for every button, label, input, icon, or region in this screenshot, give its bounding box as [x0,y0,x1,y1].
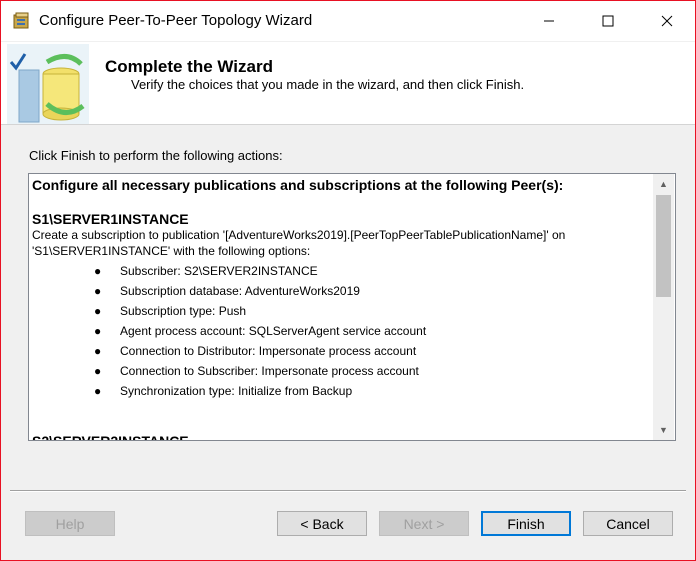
bullet-icon: ● [94,324,102,338]
bullet-icon: ● [94,264,102,278]
help-button[interactable]: Help [25,511,115,536]
list-item: ● Synchronization type: Initialize from B… [32,381,650,401]
option-text: Subscription database: AdventureWorks201… [120,284,360,298]
scroll-down-button[interactable]: ▼ [653,420,674,440]
summary-heading: Configure all necessary publications and… [32,177,564,193]
option-text: Connection to Subscriber: Impersonate pr… [120,364,419,378]
page-subtitle: Verify the choices that you made in the … [131,77,525,92]
wizard-window: Configure Peer-To-Peer Topology Wizard C… [0,0,696,561]
close-icon [661,15,673,27]
cancel-button[interactable]: Cancel [583,511,673,536]
footer-separator [10,490,686,492]
title-bar[interactable]: Configure Peer-To-Peer Topology Wizard [1,1,695,41]
minimize-icon [544,20,554,22]
list-item: ● Agent process account: SQLServerAgent s… [32,321,650,341]
close-button[interactable] [639,1,695,41]
list-item: ● Connection to Subscriber: Impersonate p… [32,361,650,381]
list-item: ● Subscriber: S2\SERVER2INSTANCE [32,261,650,281]
bullet-icon: ● [94,284,102,298]
list-item: ● Subscription type: Push [32,301,650,321]
options-list: ● Subscriber: S2\SERVER2INSTANCE ● Subscri… [32,261,650,401]
scroll-thumb[interactable] [656,195,671,297]
peer-description: Create a subscription to publication '[A… [32,228,566,258]
maximize-icon [602,15,614,27]
option-text: Subscriber: S2\SERVER2INSTANCE [120,264,318,278]
list-item: ● Subscription database: AdventureWorks20… [32,281,650,301]
finish-button[interactable]: Finish [481,511,571,536]
minimize-button[interactable] [521,1,577,41]
bullet-icon: ● [94,344,102,358]
window-title: Configure Peer-To-Peer Topology Wizard [39,12,313,29]
wizard-header: Complete the Wizard Verify the choices t… [1,42,695,125]
option-text: Agent process account: SQLServerAgent se… [120,324,427,338]
peer-name: S2\SERVER2INSTANCE [32,433,189,441]
scroll-up-button[interactable]: ▲ [653,174,674,194]
next-button[interactable]: Next > [379,511,469,536]
actions-summary-box[interactable]: Configure all necessary publications and… [28,173,676,441]
bullet-icon: ● [94,364,102,378]
vertical-scrollbar[interactable]: ▲ ▼ [653,174,674,440]
summary-content: Configure all necessary publications and… [32,177,650,441]
option-text: Connection to Distributor: Impersonate p… [120,344,417,358]
chevron-down-icon: ▼ [659,425,668,435]
maximize-button[interactable] [580,1,636,41]
peer-name: S1\SERVER1INSTANCE [32,211,189,227]
option-text: Subscription type: Push [120,304,247,318]
option-text: Synchronization type: Initialize from Ba… [120,384,353,398]
database-wizard-icon [7,44,89,124]
back-button[interactable]: < Back [277,511,367,536]
bullet-icon: ● [94,304,102,318]
page-title: Complete the Wizard [105,57,273,76]
wizard-app-icon [13,12,29,29]
bullet-icon: ● [94,384,102,398]
instructions-label: Click Finish to perform the following ac… [29,148,283,163]
chevron-up-icon: ▲ [659,179,668,189]
list-item: ● Connection to Distributor: Impersonate … [32,341,650,361]
